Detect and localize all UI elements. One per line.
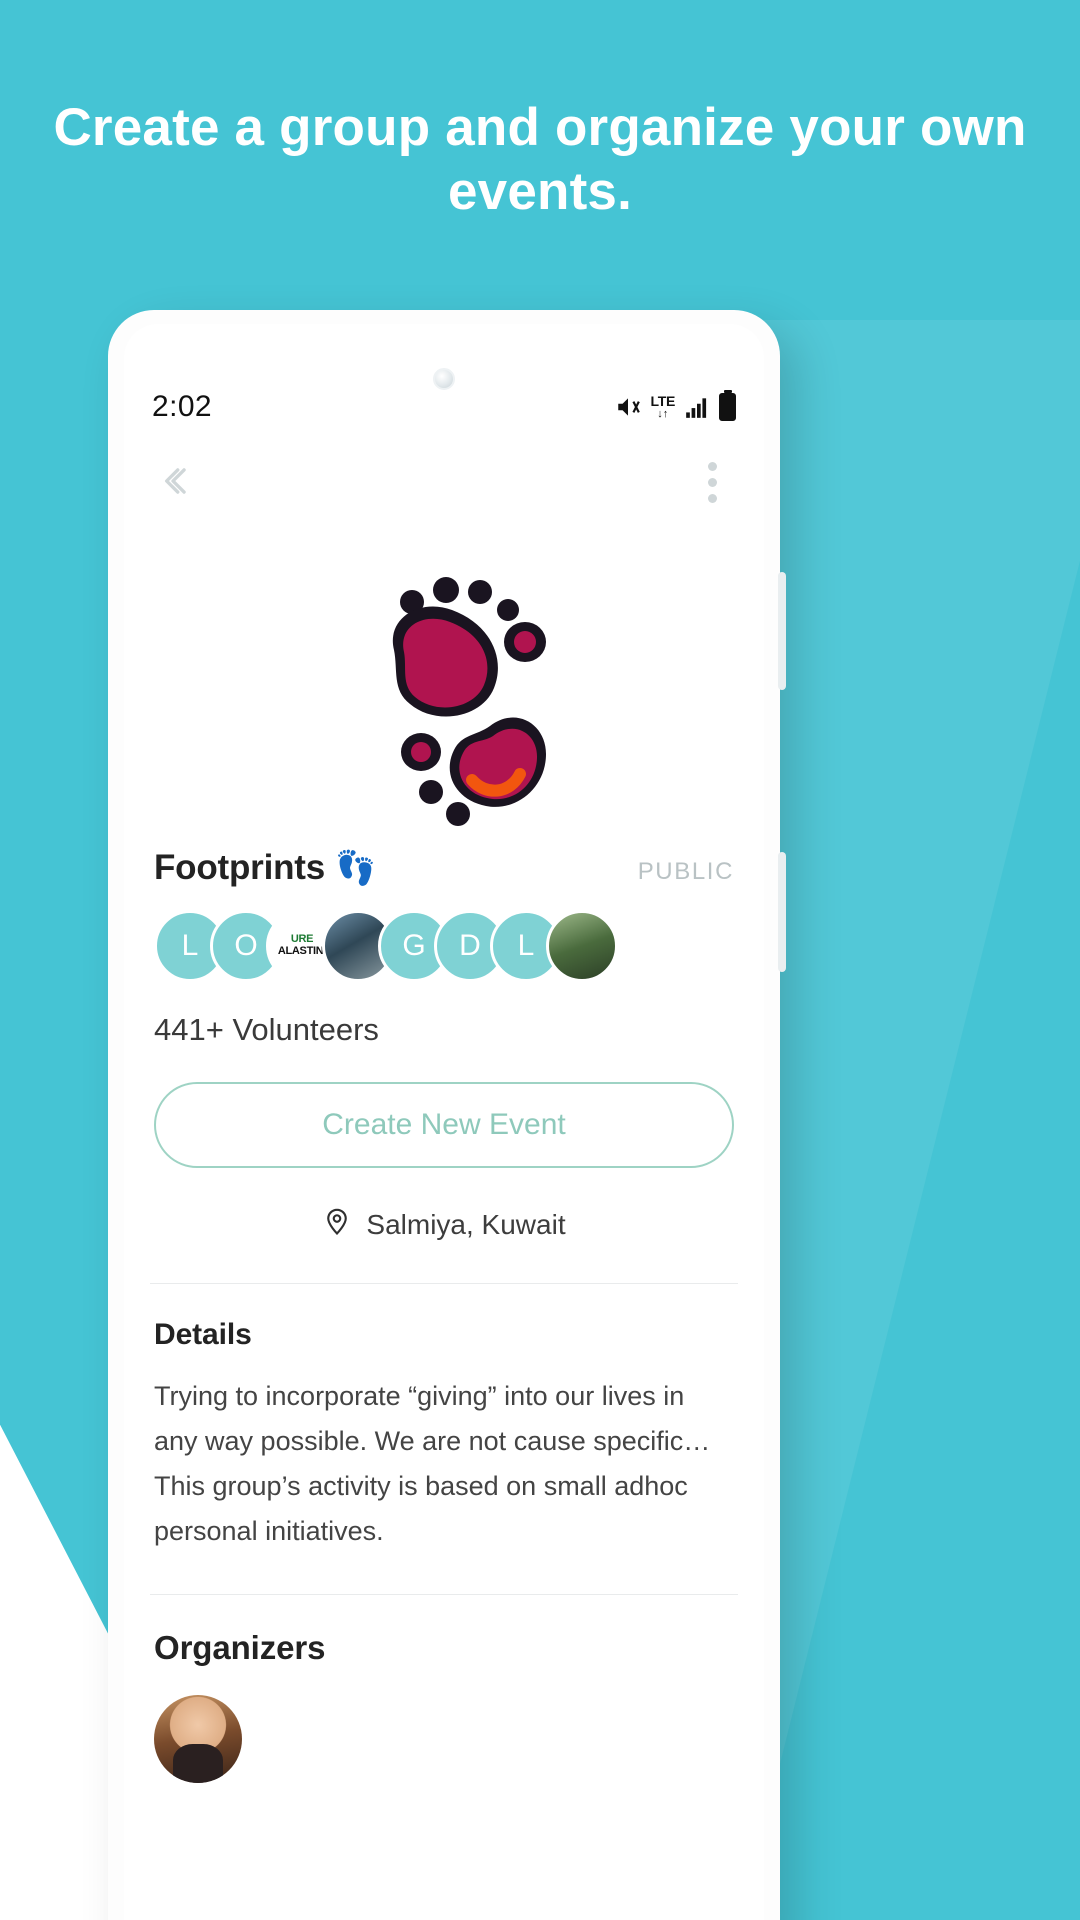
status-badge: PUBLIC — [637, 858, 734, 885]
kebab-dot — [707, 477, 717, 487]
volunteer-count: 441+ Volunteers — [154, 1012, 379, 1047]
details-heading: Details — [154, 1318, 252, 1351]
organizer-list-item[interactable] — [124, 1667, 764, 1783]
app-top-bar — [124, 432, 764, 540]
phone-side-button-power — [778, 852, 786, 972]
signal-icon — [684, 394, 710, 420]
footprints-logo — [124, 530, 764, 830]
avatar[interactable] — [546, 910, 618, 982]
location-pin-icon — [322, 1206, 352, 1243]
group-title-text: Footprints — [154, 848, 326, 887]
phone-mockup: 2:02 LTE ↓↑ Footprints 👣 PUBLIC L O URE … — [108, 310, 786, 1920]
status-bar: 2:02 LTE ↓↑ — [124, 382, 764, 432]
location-text: Salmiya, Kuwait — [366, 1208, 566, 1240]
lte-arrows: ↓↑ — [657, 408, 669, 420]
organizers-section: Organizers — [124, 1595, 764, 1667]
kebab-dot — [707, 461, 717, 471]
create-event-container: Create New Event — [124, 1048, 764, 1168]
promo-headline: Create a group and organize your own eve… — [53, 98, 1027, 221]
details-body: Trying to incorporate “giving” into our … — [154, 1381, 711, 1546]
organizers-heading: Organizers — [154, 1629, 326, 1666]
create-new-event-button[interactable]: Create New Event — [154, 1082, 734, 1168]
lte-icon: LTE ↓↑ — [650, 394, 675, 420]
status-icon-group: LTE ↓↑ — [615, 393, 736, 421]
phone-screen: 2:02 LTE ↓↑ Footprints 👣 PUBLIC L O URE … — [124, 324, 764, 1920]
member-avatar-stack[interactable]: L O URE ALASTINI G D L — [124, 888, 764, 982]
phone-side-button-volume — [778, 572, 786, 690]
kebab-menu-icon[interactable] — [692, 458, 732, 506]
back-chevron-icon[interactable] — [150, 458, 196, 504]
avatar-flag-line2: ALASTINI — [277, 945, 327, 957]
lte-label: LTE — [650, 393, 675, 409]
details-section: Details Trying to incorporate “giving” i… — [124, 1284, 764, 1554]
page-title: Footprints 👣 — [154, 848, 376, 888]
kebab-dot — [707, 493, 717, 503]
group-profile-screen: Footprints 👣 PUBLIC L O URE ALASTINI G D… — [124, 432, 764, 1920]
footprints-emoji-icon: 👣 — [335, 848, 376, 886]
status-time: 2:02 — [152, 390, 212, 423]
mute-icon — [615, 394, 641, 420]
avatar[interactable] — [154, 1695, 242, 1783]
group-title-row: Footprints 👣 PUBLIC — [124, 830, 764, 888]
group-location: Salmiya, Kuwait — [124, 1168, 764, 1243]
battery-icon — [719, 393, 736, 421]
